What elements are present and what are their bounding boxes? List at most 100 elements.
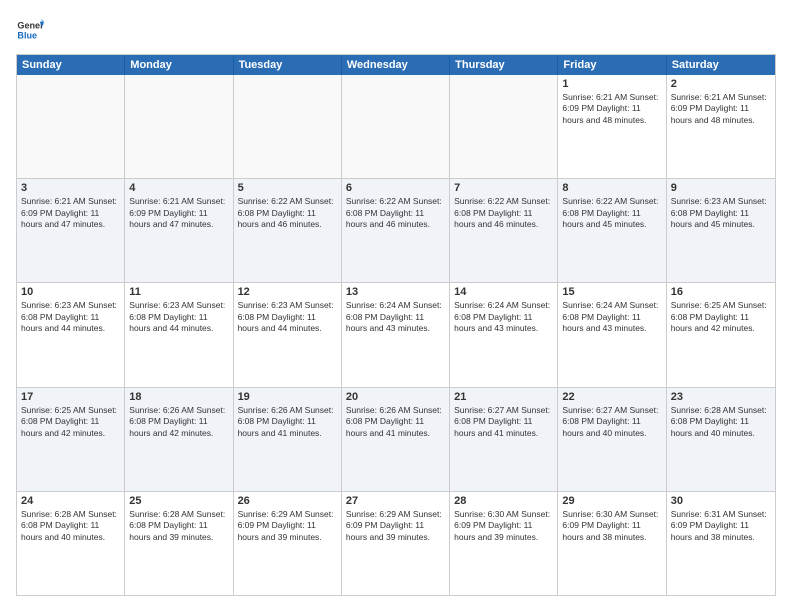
day-details: Sunrise: 6:26 AM Sunset: 6:08 PM Dayligh… — [238, 405, 337, 439]
calendar-cell-23: 23 Sunrise: 6:28 AM Sunset: 6:08 PM Dayli… — [667, 388, 775, 491]
calendar-cell-1: 1 Sunrise: 6:21 AM Sunset: 6:09 PM Daylig… — [558, 75, 666, 178]
day-details: Sunrise: 6:24 AM Sunset: 6:08 PM Dayligh… — [562, 300, 661, 334]
day-number: 28 — [454, 495, 553, 507]
day-details: Sunrise: 6:22 AM Sunset: 6:08 PM Dayligh… — [346, 196, 445, 230]
day-details: Sunrise: 6:29 AM Sunset: 6:09 PM Dayligh… — [238, 509, 337, 543]
calendar-cell-3: 3Sunrise: 6:21 AM Sunset: 6:09 PM Daylig… — [17, 179, 125, 282]
day-details: Sunrise: 6:22 AM Sunset: 6:08 PM Dayligh… — [562, 196, 661, 230]
day-number: 23 — [671, 391, 771, 403]
calendar-cell-29: 29Sunrise: 6:30 AM Sunset: 6:09 PM Dayli… — [558, 492, 666, 595]
day-details: Sunrise: 6:28 AM Sunset: 6:08 PM Dayligh… — [129, 509, 228, 543]
calendar-cell-2: 2Sunrise: 6:21 AM Sunset: 6:09 PM Daylig… — [667, 75, 775, 178]
logo-icon: General Blue — [16, 16, 44, 44]
header: General Blue — [16, 16, 776, 44]
calendar-row-4: 17 Sunrise: 6:25 AM Sunset: 6:08 PM Dayli… — [17, 387, 775, 491]
day-number: 9 — [671, 182, 771, 194]
day-number: 2 — [671, 78, 771, 90]
day-number: 26 — [238, 495, 337, 507]
day-number: 10 — [21, 286, 120, 298]
page: General Blue SundayMondayTuesdayWednesda… — [0, 0, 792, 612]
day-number: 19 — [238, 391, 337, 403]
calendar-cell-20: 20 Sunrise: 6:26 AM Sunset: 6:08 PM Dayli… — [342, 388, 450, 491]
day-number: 24 — [21, 495, 120, 507]
calendar-cell-27: 27 Sunrise: 6:29 AM Sunset: 6:09 PM Dayli… — [342, 492, 450, 595]
calendar-cell-11: 11 Sunrise: 6:23 AM Sunset: 6:08 PM Dayli… — [125, 283, 233, 386]
calendar-cell-25: 25 Sunrise: 6:28 AM Sunset: 6:08 PM Dayli… — [125, 492, 233, 595]
day-number: 22 — [562, 391, 661, 403]
calendar-cell-8: 8 Sunrise: 6:22 AM Sunset: 6:08 PM Daylig… — [558, 179, 666, 282]
calendar-header: SundayMondayTuesdayWednesdayThursdayFrid… — [17, 55, 775, 75]
svg-text:Blue: Blue — [17, 30, 37, 40]
calendar-row-3: 10 Sunrise: 6:23 AM Sunset: 6:08 PM Dayli… — [17, 282, 775, 386]
day-details: Sunrise: 6:26 AM Sunset: 6:08 PM Dayligh… — [346, 405, 445, 439]
calendar-cell-26: 26 Sunrise: 6:29 AM Sunset: 6:09 PM Dayli… — [234, 492, 342, 595]
logo: General Blue — [16, 16, 48, 44]
weekday-wednesday: Wednesday — [342, 55, 450, 75]
weekday-thursday: Thursday — [450, 55, 558, 75]
calendar-row-5: 24 Sunrise: 6:28 AM Sunset: 6:08 PM Dayli… — [17, 491, 775, 595]
calendar-cell-9: 9 Sunrise: 6:23 AM Sunset: 6:08 PM Daylig… — [667, 179, 775, 282]
day-number: 5 — [238, 182, 337, 194]
calendar-cell-empty-4 — [450, 75, 558, 178]
weekday-friday: Friday — [558, 55, 666, 75]
weekday-tuesday: Tuesday — [234, 55, 342, 75]
calendar-cell-14: 14 Sunrise: 6:24 AM Sunset: 6:08 PM Dayli… — [450, 283, 558, 386]
day-number: 8 — [562, 182, 661, 194]
day-number: 14 — [454, 286, 553, 298]
calendar-cell-empty-3 — [342, 75, 450, 178]
day-details: Sunrise: 6:27 AM Sunset: 6:08 PM Dayligh… — [562, 405, 661, 439]
weekday-monday: Monday — [125, 55, 233, 75]
day-details: Sunrise: 6:23 AM Sunset: 6:08 PM Dayligh… — [129, 300, 228, 334]
calendar-cell-6: 6Sunrise: 6:22 AM Sunset: 6:08 PM Daylig… — [342, 179, 450, 282]
day-number: 27 — [346, 495, 445, 507]
day-number: 11 — [129, 286, 228, 298]
calendar-cell-17: 17 Sunrise: 6:25 AM Sunset: 6:08 PM Dayli… — [17, 388, 125, 491]
calendar-cell-empty-1 — [125, 75, 233, 178]
calendar-cell-15: 15 Sunrise: 6:24 AM Sunset: 6:08 PM Dayli… — [558, 283, 666, 386]
day-number: 18 — [129, 391, 228, 403]
day-details: Sunrise: 6:28 AM Sunset: 6:08 PM Dayligh… — [21, 509, 120, 543]
day-details: Sunrise: 6:23 AM Sunset: 6:08 PM Dayligh… — [671, 196, 771, 230]
weekday-saturday: Saturday — [667, 55, 775, 75]
calendar-cell-10: 10 Sunrise: 6:23 AM Sunset: 6:08 PM Dayli… — [17, 283, 125, 386]
day-details: Sunrise: 6:24 AM Sunset: 6:08 PM Dayligh… — [454, 300, 553, 334]
day-details: Sunrise: 6:24 AM Sunset: 6:08 PM Dayligh… — [346, 300, 445, 334]
day-details: Sunrise: 6:22 AM Sunset: 6:08 PM Dayligh… — [454, 196, 553, 230]
day-details: Sunrise: 6:23 AM Sunset: 6:08 PM Dayligh… — [238, 300, 337, 334]
day-number: 21 — [454, 391, 553, 403]
day-number: 4 — [129, 182, 228, 194]
calendar-cell-13: 13 Sunrise: 6:24 AM Sunset: 6:08 PM Dayli… — [342, 283, 450, 386]
calendar-cell-22: 22 Sunrise: 6:27 AM Sunset: 6:08 PM Dayli… — [558, 388, 666, 491]
day-number: 15 — [562, 286, 661, 298]
day-details: Sunrise: 6:30 AM Sunset: 6:09 PM Dayligh… — [454, 509, 553, 543]
day-number: 1 — [562, 78, 661, 90]
weekday-sunday: Sunday — [17, 55, 125, 75]
day-details: Sunrise: 6:27 AM Sunset: 6:08 PM Dayligh… — [454, 405, 553, 439]
day-number: 3 — [21, 182, 120, 194]
calendar: SundayMondayTuesdayWednesdayThursdayFrid… — [16, 54, 776, 596]
calendar-cell-12: 12Sunrise: 6:23 AM Sunset: 6:08 PM Dayli… — [234, 283, 342, 386]
day-details: Sunrise: 6:28 AM Sunset: 6:08 PM Dayligh… — [671, 405, 771, 439]
calendar-cell-18: 18Sunrise: 6:26 AM Sunset: 6:08 PM Dayli… — [125, 388, 233, 491]
day-details: Sunrise: 6:30 AM Sunset: 6:09 PM Dayligh… — [562, 509, 661, 543]
day-number: 7 — [454, 182, 553, 194]
day-details: Sunrise: 6:25 AM Sunset: 6:08 PM Dayligh… — [21, 405, 120, 439]
day-number: 20 — [346, 391, 445, 403]
calendar-cell-7: 7 Sunrise: 6:22 AM Sunset: 6:08 PM Daylig… — [450, 179, 558, 282]
day-number: 16 — [671, 286, 771, 298]
calendar-cell-19: 19 Sunrise: 6:26 AM Sunset: 6:08 PM Dayli… — [234, 388, 342, 491]
day-number: 13 — [346, 286, 445, 298]
day-number: 17 — [21, 391, 120, 403]
calendar-cell-28: 28 Sunrise: 6:30 AM Sunset: 6:09 PM Dayli… — [450, 492, 558, 595]
day-details: Sunrise: 6:21 AM Sunset: 6:09 PM Dayligh… — [562, 92, 661, 126]
calendar-cell-empty-0 — [17, 75, 125, 178]
calendar-cell-5: 5Sunrise: 6:22 AM Sunset: 6:08 PM Daylig… — [234, 179, 342, 282]
calendar-cell-4: 4Sunrise: 6:21 AM Sunset: 6:09 PM Daylig… — [125, 179, 233, 282]
calendar-cell-21: 21 Sunrise: 6:27 AM Sunset: 6:08 PM Dayli… — [450, 388, 558, 491]
calendar-cell-30: 30Sunrise: 6:31 AM Sunset: 6:09 PM Dayli… — [667, 492, 775, 595]
day-details: Sunrise: 6:23 AM Sunset: 6:08 PM Dayligh… — [21, 300, 120, 334]
day-number: 25 — [129, 495, 228, 507]
calendar-cell-empty-2 — [234, 75, 342, 178]
day-details: Sunrise: 6:31 AM Sunset: 6:09 PM Dayligh… — [671, 509, 771, 543]
day-details: Sunrise: 6:29 AM Sunset: 6:09 PM Dayligh… — [346, 509, 445, 543]
